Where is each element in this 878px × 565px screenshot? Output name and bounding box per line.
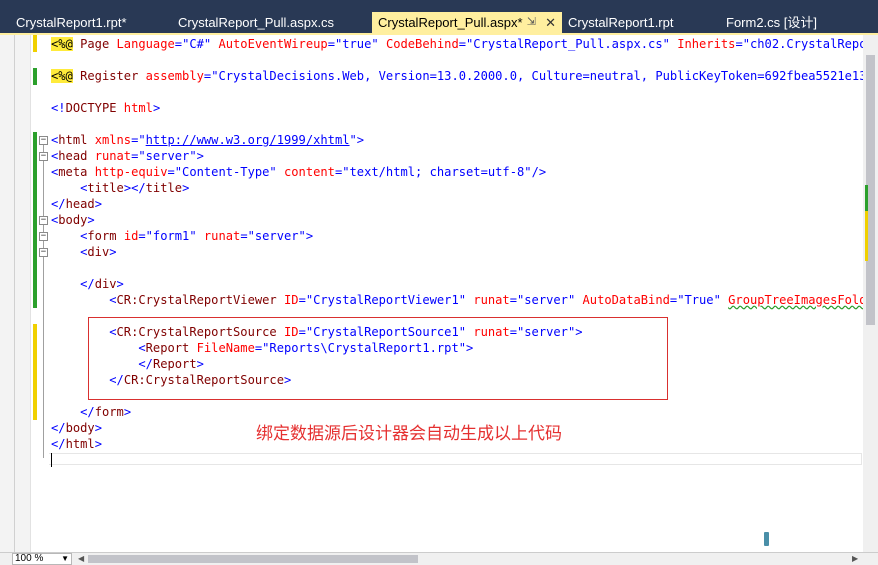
scroll-right-icon[interactable]: ▶	[852, 554, 858, 563]
code-line[interactable]: <%@ Page Language="C#" AutoEventWireup="…	[51, 36, 878, 52]
current-line-highlight	[49, 453, 862, 465]
code-line[interactable]: <div>	[51, 244, 116, 260]
zoom-dropdown[interactable]: 100 % ▼	[12, 553, 72, 565]
scroll-left-icon[interactable]: ◀	[78, 554, 84, 563]
tab-label: Form2.cs [设计]	[726, 15, 818, 30]
collapse-icon[interactable]: −	[39, 216, 48, 225]
tab-crystalreport1-rpt[interactable]: CrystalReport1.rpt	[562, 12, 712, 33]
code-line[interactable]: <%@ Register assembly="CrystalDecisions.…	[51, 68, 878, 84]
scroll-marker-green	[865, 185, 868, 211]
code-line[interactable]: <CR:CrystalReportViewer ID="CrystalRepor…	[51, 292, 878, 308]
code-line[interactable]: <meta http-equiv="Content-Type" content=…	[51, 164, 546, 180]
pin-icon[interactable]: ⇲	[527, 12, 536, 33]
change-bar-saved	[33, 132, 37, 308]
code-editor[interactable]: − − − − − <%@ Page Language="C#" AutoEve…	[0, 35, 878, 552]
vertical-scrollbar[interactable]	[863, 35, 878, 552]
close-icon[interactable]: ✕	[545, 12, 556, 33]
zoom-value: 100 %	[15, 553, 44, 564]
collapse-icon[interactable]: −	[39, 136, 48, 145]
tab-label: CrystalReport_Pull.aspx.cs	[178, 15, 335, 30]
change-bar-unsaved	[33, 35, 37, 52]
annotation-text: 绑定数据源后设计器会自动生成以上代码	[256, 424, 562, 444]
tab-form2-designer[interactable]: Form2.cs [设计]	[720, 12, 878, 33]
tab-crystalreport1-rpt-modified[interactable]: CrystalReport1.rpt*	[10, 12, 160, 33]
overlay-widget-icon	[764, 532, 769, 546]
code-line[interactable]: <title></title>	[51, 180, 189, 196]
scroll-marker-yellow	[865, 211, 868, 261]
tab-label: CrystalReport1.rpt*	[16, 15, 127, 30]
collapse-icon[interactable]: −	[39, 248, 48, 257]
code-line[interactable]: </form>	[51, 404, 131, 420]
code-line[interactable]: <form id="form1" runat="server">	[51, 228, 313, 244]
collapse-icon[interactable]: −	[39, 232, 48, 241]
document-tab-strip: CrystalReport1.rpt* CrystalReport_Pull.a…	[0, 0, 878, 33]
change-bar-saved	[33, 68, 37, 85]
tab-label: CrystalReport1.rpt	[568, 15, 674, 30]
code-line[interactable]: </head>	[51, 196, 102, 212]
highlight-box	[88, 317, 668, 400]
code-line[interactable]: </body>	[51, 420, 102, 436]
chevron-down-icon: ▼	[61, 554, 69, 563]
code-line[interactable]: <head runat="server">	[51, 148, 204, 164]
editor-bottom-bar: 100 % ▼ ◀ ▶	[0, 552, 878, 565]
change-bar-unsaved	[33, 324, 37, 420]
code-line[interactable]: </div>	[51, 276, 124, 292]
code-line[interactable]: <!DOCTYPE html>	[51, 100, 160, 116]
margin-guide	[14, 35, 15, 552]
code-line[interactable]: <html xmlns="http://www.w3.org/1999/xhtm…	[51, 132, 364, 148]
code-line[interactable]: <body>	[51, 212, 95, 228]
horizontal-scroll-thumb[interactable]	[88, 555, 418, 563]
text-caret	[51, 453, 52, 467]
tab-crystalreport-pull-aspx-active[interactable]: CrystalReport_Pull.aspx* ⇲ ✕	[372, 12, 562, 33]
tab-label: CrystalReport_Pull.aspx*	[378, 15, 523, 30]
code-line[interactable]: </html>	[51, 436, 102, 452]
editor-margin	[0, 35, 31, 552]
tab-crystalreport-pull-aspx-cs[interactable]: CrystalReport_Pull.aspx.cs	[172, 12, 370, 33]
collapse-icon[interactable]: −	[39, 152, 48, 161]
outline-guide	[43, 145, 44, 458]
